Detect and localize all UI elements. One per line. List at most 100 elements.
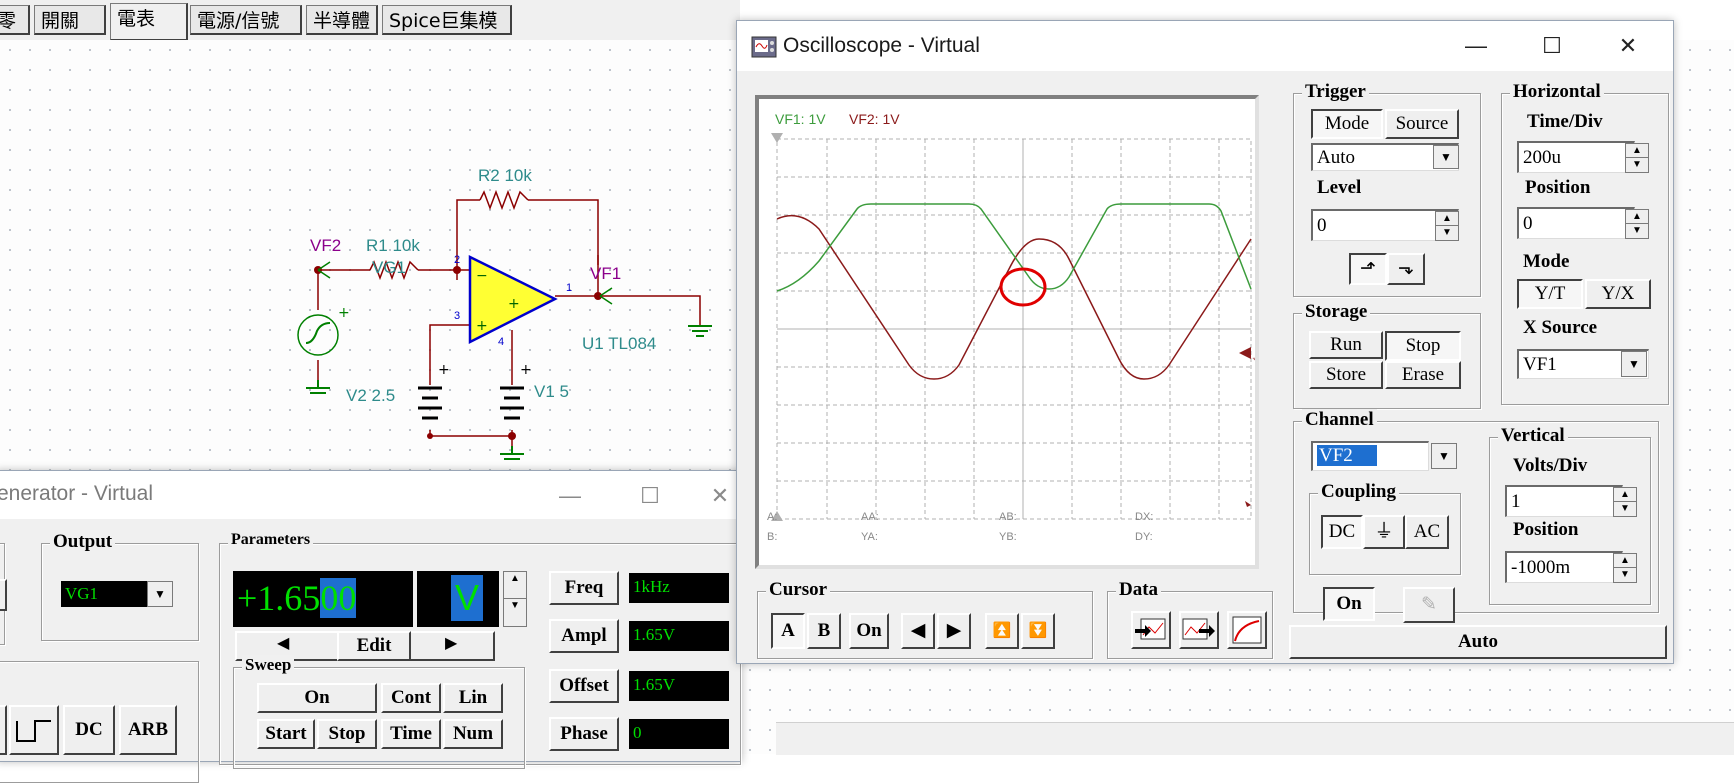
rising-edge-button[interactable]: ⬏ xyxy=(1349,253,1387,285)
volts-div-label: Volts/Div xyxy=(1513,455,1588,476)
up-arrow-icon[interactable]: ▲ xyxy=(1436,212,1458,226)
chevron-down-icon[interactable]: ▼ xyxy=(1431,443,1457,469)
oscilloscope-window[interactable]: Oscilloscope - Virtual — ☐ ✕ VF1: 1V VF2… xyxy=(736,20,1674,664)
oscilloscope-titlebar[interactable]: Oscilloscope - Virtual — ☐ ✕ xyxy=(737,21,1673,71)
up-arrow-icon[interactable]: ▲ xyxy=(1626,210,1648,224)
dc-coupling-button[interactable]: DC xyxy=(1321,515,1363,549)
waveform-button-partial[interactable] xyxy=(0,579,7,611)
left-arrow-icon[interactable]: ◀ xyxy=(277,633,289,653)
square-wave-button[interactable] xyxy=(9,705,59,755)
sweep-time-button[interactable]: Time xyxy=(381,719,441,749)
sweep-start-button[interactable]: Start xyxy=(257,719,315,749)
up-arrow-icon[interactable]: ▲ xyxy=(504,572,526,599)
cursor-left-button[interactable]: ◀ xyxy=(901,613,935,649)
sweep-time-label: Time xyxy=(390,723,432,744)
cursor-a-button[interactable]: A xyxy=(771,613,805,649)
horizontal-position-stepper[interactable]: ▲ ▼ xyxy=(1625,209,1649,239)
offset-button[interactable]: Offset xyxy=(549,669,619,703)
time-div-stepper[interactable]: ▲ ▼ xyxy=(1625,143,1649,173)
cursor-a-label: A xyxy=(781,620,795,641)
tab-semiconductors[interactable]: 半導體 xyxy=(306,5,378,35)
sweep-num-button[interactable]: Num xyxy=(443,719,503,749)
maximize-icon[interactable]: ☐ xyxy=(1529,29,1575,63)
channel-on-button[interactable]: On xyxy=(1323,587,1375,621)
minimize-icon[interactable]: — xyxy=(547,479,593,513)
down-arrow-icon[interactable]: ▼ xyxy=(1614,502,1636,516)
volts-div-stepper[interactable]: ▲ ▼ xyxy=(1613,487,1637,517)
chevron-down-icon[interactable]: ▼ xyxy=(1621,351,1647,377)
maximize-icon[interactable]: ☐ xyxy=(627,479,673,513)
arb-wave-button[interactable]: ARB xyxy=(119,705,177,755)
stop-button[interactable]: Stop xyxy=(1385,331,1461,361)
cursor-ya-readout: YA: xyxy=(861,531,878,543)
edit-button[interactable]: Edit xyxy=(337,631,411,661)
trigger-source-button[interactable]: Source xyxy=(1385,109,1459,139)
level-stepper[interactable]: ▲ ▼ xyxy=(1435,211,1459,241)
up-arrow-icon[interactable]: ▲ xyxy=(1614,488,1636,502)
offset-value: 1.65V xyxy=(633,675,676,694)
right-arrow-icon: ▶ xyxy=(946,620,962,641)
minimize-icon[interactable]: — xyxy=(1453,29,1499,63)
waveform-button-partial-2[interactable] xyxy=(0,705,7,755)
unit-value: V xyxy=(451,575,483,621)
tab-switches[interactable]: 開關 xyxy=(34,5,106,35)
up-arrow-icon[interactable]: ▲ xyxy=(1626,144,1648,158)
cursor-on-button[interactable]: On xyxy=(849,613,889,649)
probe-button[interactable]: ✎ xyxy=(1403,587,1455,623)
component-toolbar: 零件 開關 電表 電源/信號源 半導體 Spice巨集模組 xyxy=(0,0,740,62)
vertical-position-input[interactable]: -1000m xyxy=(1505,551,1623,583)
down-arrow-icon[interactable]: ▼ xyxy=(1436,226,1458,240)
down-arrow-icon[interactable]: ▼ xyxy=(1626,158,1648,172)
chevron-down-icon[interactable]: ▼ xyxy=(1433,145,1459,169)
cursor-up-button[interactable]: ⏫ xyxy=(985,613,1019,649)
cursor-b-button[interactable]: B xyxy=(807,613,841,649)
freq-button[interactable]: Freq xyxy=(549,571,619,605)
export-data-icon xyxy=(1135,618,1166,640)
falling-edge-button[interactable]: ⬎ xyxy=(1387,253,1425,285)
scope-screen[interactable]: ⏚ VF1: 1V VF2: 1V A: AA: AB: DX: B: YA: … xyxy=(755,95,1259,569)
dc-wave-button[interactable]: DC xyxy=(63,705,115,755)
tab-sources[interactable]: 電源/信號源 xyxy=(190,5,302,62)
store-button[interactable]: Store xyxy=(1309,361,1383,389)
down-arrow-icon[interactable]: ▼ xyxy=(1614,568,1636,582)
chevron-down-icon[interactable]: ▼ xyxy=(147,581,173,607)
close-icon[interactable]: ✕ xyxy=(1605,29,1651,63)
down-arrow-icon[interactable]: ▼ xyxy=(504,599,526,626)
output-select[interactable]: VG1 xyxy=(61,581,149,607)
tab-components[interactable]: 零件 xyxy=(0,5,30,62)
horizontal-position-input[interactable]: 0 xyxy=(1517,207,1635,239)
plot-data-button[interactable] xyxy=(1227,611,1267,649)
tab-meters[interactable]: 電表 xyxy=(110,3,188,41)
erase-button[interactable]: Erase xyxy=(1385,361,1461,389)
ac-coupling-button[interactable]: AC xyxy=(1405,515,1449,549)
up-arrow-icon[interactable]: ▲ xyxy=(1614,554,1636,568)
yt-mode-button[interactable]: Y/T xyxy=(1517,279,1583,309)
generator-titlebar[interactable]: enerator - Virtual — ☐ ✕ xyxy=(0,471,741,519)
export-data-button[interactable] xyxy=(1131,611,1171,649)
value-stepper[interactable]: ▲ ▼ xyxy=(503,571,527,627)
run-button[interactable]: Run xyxy=(1309,331,1383,359)
horizontal-scrollbar[interactable] xyxy=(776,722,1734,755)
vertical-position-stepper[interactable]: ▲ ▼ xyxy=(1613,553,1637,583)
auto-button[interactable]: Auto xyxy=(1289,625,1667,659)
trigger-mode-button[interactable]: Mode xyxy=(1311,109,1383,139)
sweep-cont-button[interactable]: Cont xyxy=(381,683,441,713)
sweep-on-button[interactable]: On xyxy=(257,683,377,713)
yx-mode-button[interactable]: Y/X xyxy=(1585,279,1651,309)
ampl-display: 1.65V xyxy=(629,621,729,651)
right-arrow-icon[interactable]: ▶ xyxy=(445,633,457,653)
ampl-button[interactable]: Ampl xyxy=(549,619,619,653)
sweep-stop-button[interactable]: Stop xyxy=(317,719,377,749)
volts-div-input[interactable]: 1 xyxy=(1505,485,1623,517)
function-generator-window[interactable]: enerator - Virtual — ☐ ✕ Output VG1 ▼ Pa… xyxy=(0,470,742,783)
phase-button[interactable]: Phase xyxy=(549,717,619,751)
channel-select[interactable]: VF2 xyxy=(1311,441,1429,471)
time-div-input[interactable]: 200u xyxy=(1517,141,1635,173)
sweep-lin-button[interactable]: Lin xyxy=(443,683,503,713)
ground-coupling-button[interactable]: ⏚ xyxy=(1363,515,1405,549)
import-data-button[interactable] xyxy=(1179,611,1219,649)
tab-spice-macros[interactable]: Spice巨集模組 xyxy=(382,5,512,62)
cursor-right-button[interactable]: ▶ xyxy=(937,613,971,649)
down-arrow-icon[interactable]: ▼ xyxy=(1626,224,1648,238)
cursor-down-button[interactable]: ⏬ xyxy=(1021,613,1055,649)
